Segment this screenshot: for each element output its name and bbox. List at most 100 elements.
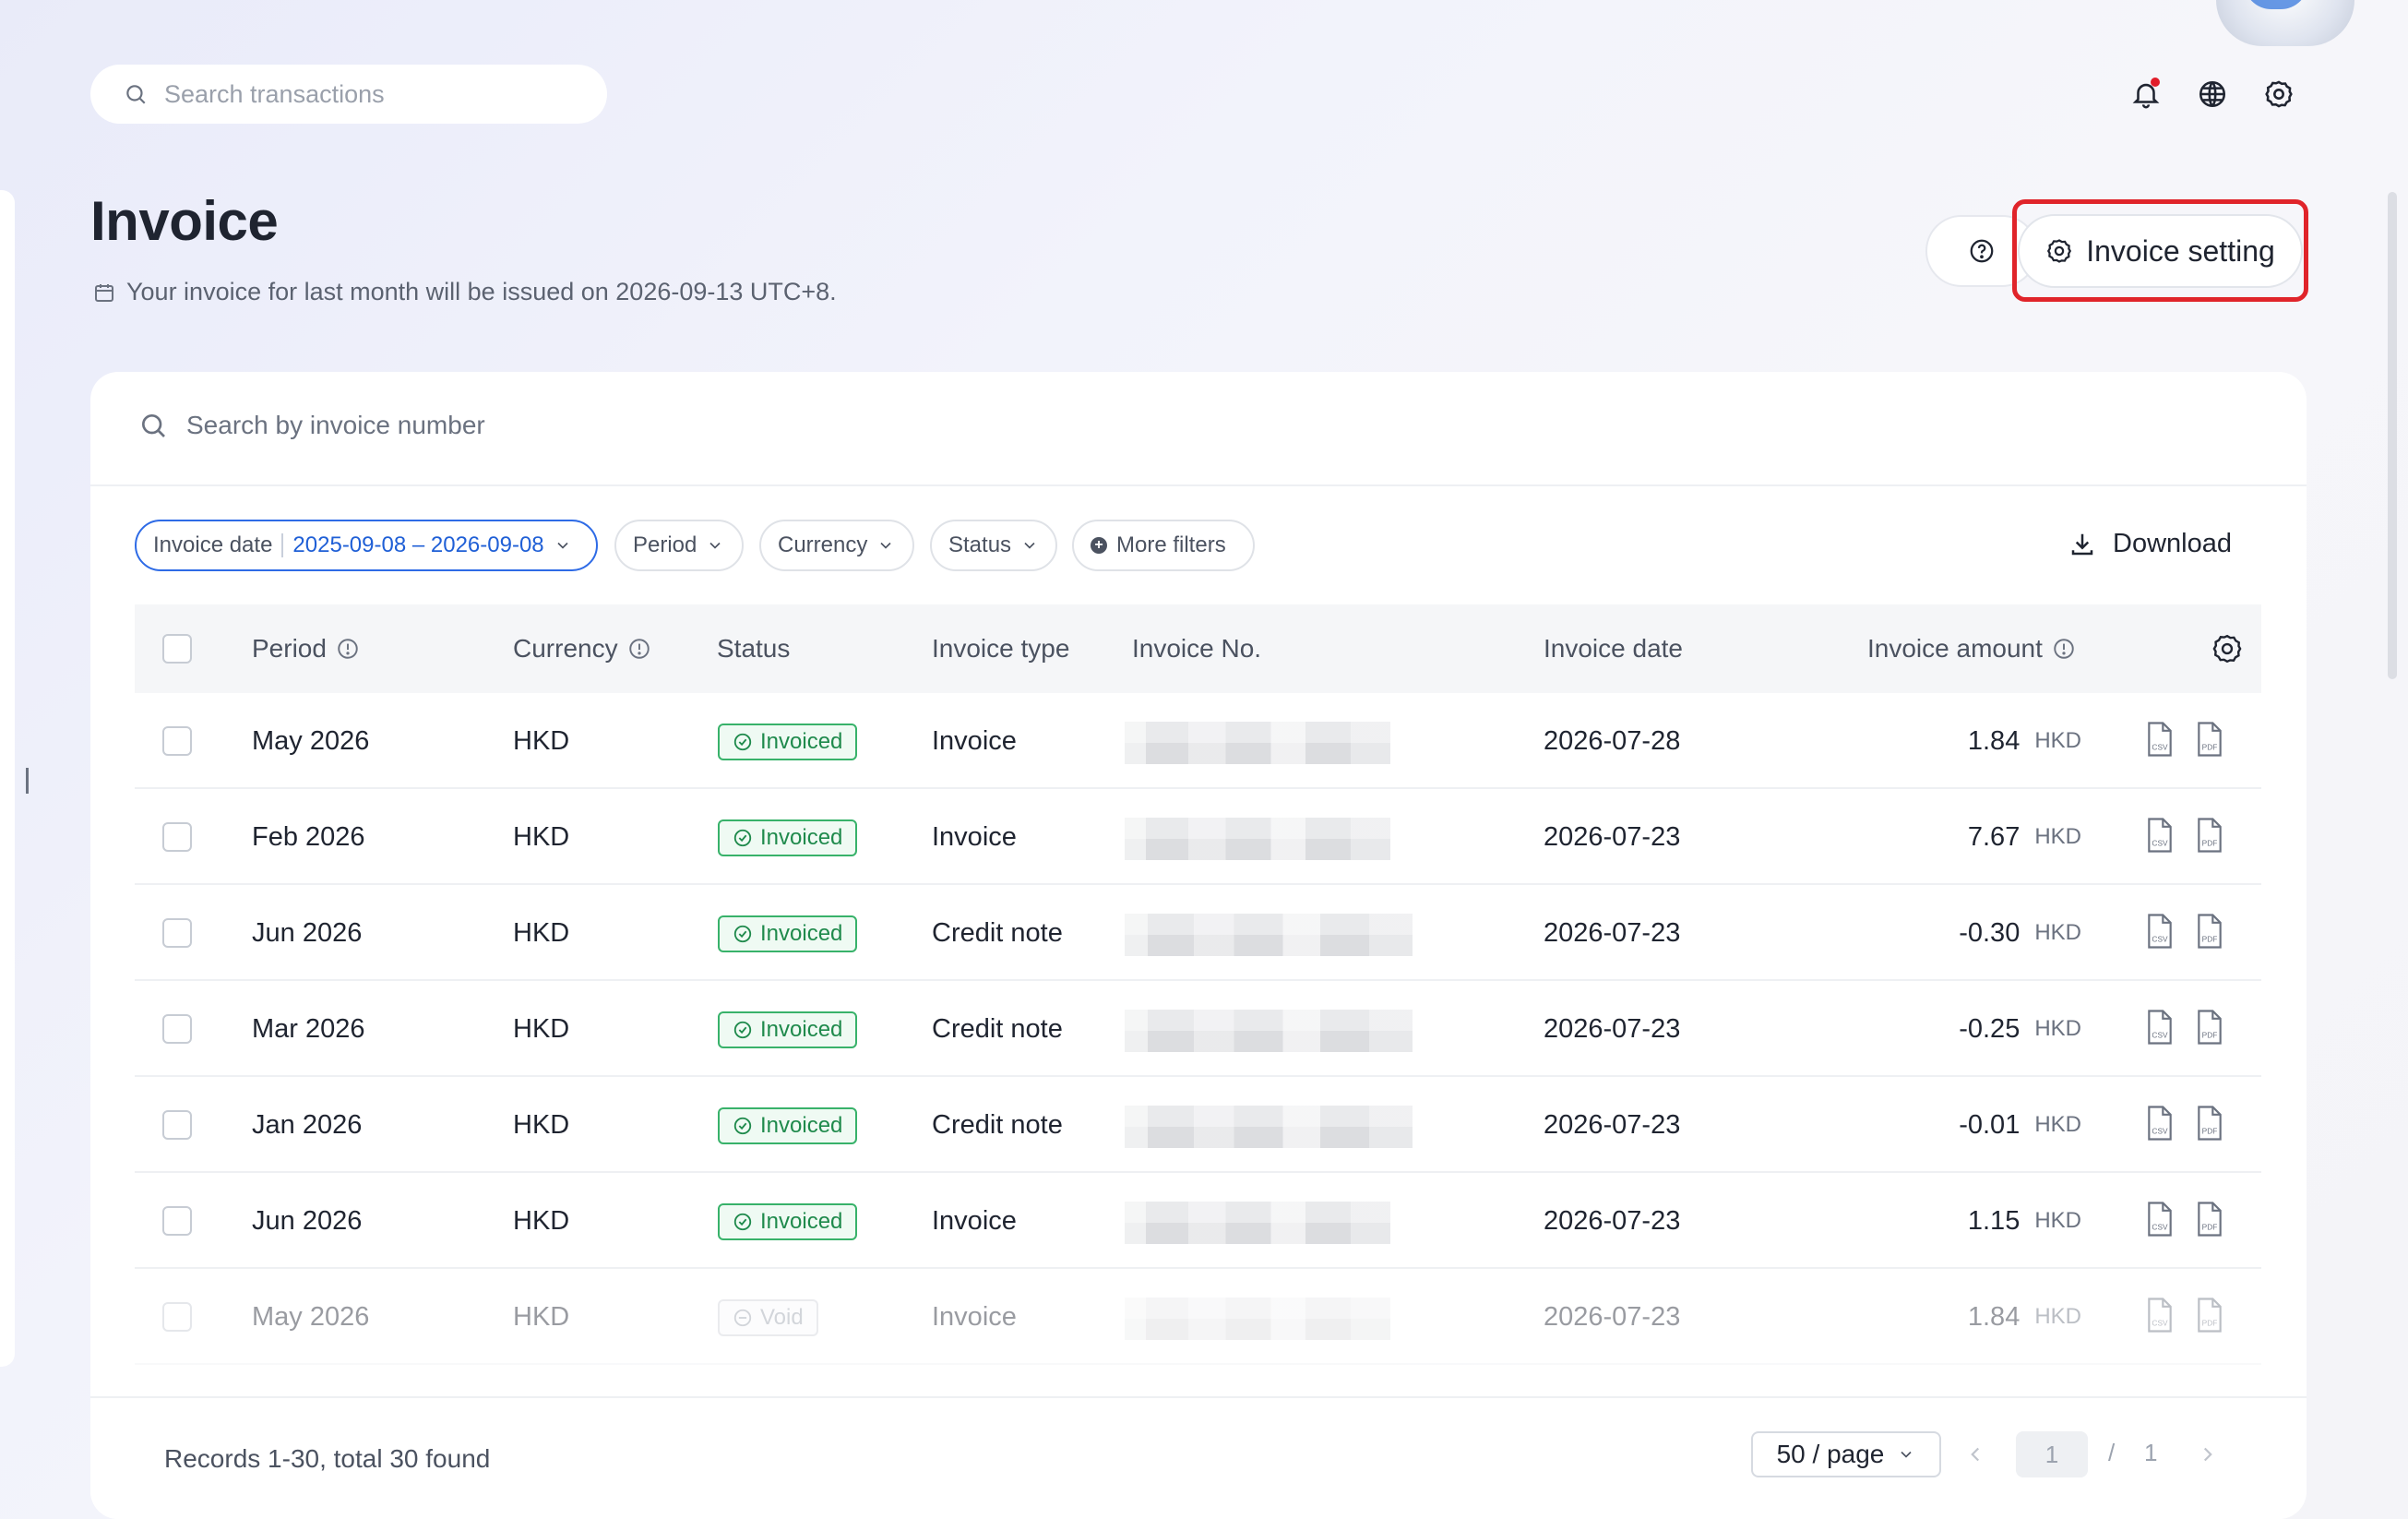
column-header-invoice-amount[interactable]: Invoice amount: [1867, 604, 2076, 693]
cell-period: Jan 2026: [252, 1109, 363, 1140]
table-footer: Records 1-30, total 30 found 50 / page 1…: [90, 1396, 2307, 1519]
settings-button[interactable]: [2260, 76, 2297, 113]
redacted-invoice-number[interactable]: [1125, 1202, 1390, 1244]
current-page-input[interactable]: 1: [2016, 1431, 2088, 1477]
status-badge: Invoiced: [718, 915, 858, 952]
download-button[interactable]: Download: [2068, 529, 2232, 559]
pdf-file-icon[interactable]: PDF: [2194, 1009, 2225, 1046]
pdf-file-icon[interactable]: PDF: [2194, 913, 2225, 950]
column-settings-button[interactable]: [2201, 604, 2244, 693]
pdf-file-icon[interactable]: PDF: [2194, 817, 2225, 854]
panel-resize-handle[interactable]: [26, 768, 29, 794]
currency-filter[interactable]: Currency: [759, 520, 914, 571]
info-icon: [338, 639, 358, 659]
csv-file-icon[interactable]: CSV: [2144, 1201, 2176, 1238]
select-all-checkbox[interactable]: [162, 634, 192, 664]
row-checkbox[interactable]: [162, 1206, 192, 1236]
gear-icon: [2201, 632, 2244, 665]
table-row[interactable]: Jun 2026 HKD Invoiced Credit note 2026-0…: [135, 885, 2261, 981]
row-checkbox[interactable]: [162, 1302, 192, 1332]
more-filters-button[interactable]: + More filters: [1072, 520, 1255, 571]
cell-period: Jun 2026: [252, 1205, 363, 1236]
amount-currency: HKD: [2034, 920, 2081, 945]
row-checkbox[interactable]: [162, 822, 192, 852]
page-scrollbar[interactable]: [2388, 192, 2397, 679]
column-header-invoice-date[interactable]: Invoice date: [1544, 604, 1683, 693]
total-pages: 1: [2144, 1439, 2158, 1466]
previous-page-button[interactable]: [1963, 1442, 1987, 1466]
records-summary: Records 1-30, total 30 found: [164, 1444, 491, 1473]
svg-text:PDF: PDF: [2202, 935, 2218, 944]
page-title: Invoice: [90, 190, 279, 252]
language-button[interactable]: [2194, 76, 2231, 113]
csv-file-icon[interactable]: CSV: [2144, 913, 2176, 950]
row-checkbox[interactable]: [162, 918, 192, 948]
cell-currency: HKD: [513, 821, 570, 852]
svg-text:PDF: PDF: [2202, 1319, 2218, 1328]
pdf-file-icon[interactable]: PDF: [2194, 1105, 2225, 1142]
period-filter[interactable]: Period: [614, 520, 744, 571]
cell-invoice-type: Invoice: [932, 725, 1017, 756]
csv-file-icon[interactable]: CSV: [2144, 1105, 2176, 1142]
page-size-select[interactable]: 50 / page: [1751, 1431, 1941, 1477]
status-badge: Void: [718, 1299, 818, 1336]
invoice-number-search-input[interactable]: Search by invoice number: [138, 411, 485, 440]
collapsed-side-panel: [0, 190, 15, 1367]
cell-period: Jun 2026: [252, 917, 363, 948]
pdf-file-icon[interactable]: PDF: [2194, 1297, 2225, 1334]
row-file-actions: CSV PDF: [2144, 817, 2225, 854]
svg-text:PDF: PDF: [2202, 1127, 2218, 1136]
csv-file-icon[interactable]: CSV: [2144, 1009, 2176, 1046]
redacted-invoice-number[interactable]: [1125, 722, 1390, 764]
column-header-invoice-type[interactable]: Invoice type: [932, 604, 1069, 693]
invoice-setting-label: Invoice setting: [2086, 233, 2275, 268]
transaction-search-input[interactable]: Search transactions: [90, 65, 607, 124]
row-checkbox[interactable]: [162, 726, 192, 756]
table-row[interactable]: Feb 2026 HKD Invoiced Invoice 2026-07-23…: [135, 789, 2261, 885]
table-row[interactable]: Mar 2026 HKD Invoiced Credit note 2026-0…: [135, 981, 2261, 1077]
pdf-file-icon[interactable]: PDF: [2194, 1201, 2225, 1238]
redacted-invoice-number[interactable]: [1125, 1010, 1413, 1052]
table-row[interactable]: May 2026 HKD Invoiced Invoice 2026-07-28…: [135, 693, 2261, 789]
amount-currency: HKD: [2034, 1304, 2081, 1329]
redacted-invoice-number[interactable]: [1125, 1298, 1390, 1340]
cell-invoice-amount: 1.15 HKD: [1968, 1173, 2081, 1269]
currency-filter-label: Currency: [778, 532, 868, 557]
cell-invoice-date: 2026-07-23: [1544, 1205, 1681, 1236]
column-header-currency[interactable]: Currency: [513, 604, 651, 693]
notification-bell-button[interactable]: [2128, 76, 2164, 113]
redacted-invoice-number[interactable]: [1125, 818, 1390, 860]
status-badge: Invoiced: [718, 1011, 858, 1048]
transaction-search-placeholder: Search transactions: [164, 79, 385, 108]
column-header-period[interactable]: Period: [252, 604, 360, 693]
amount-currency: HKD: [2034, 1016, 2081, 1041]
invoice-amount-header-label: Invoice amount: [1867, 634, 2043, 663]
csv-file-icon[interactable]: CSV: [2144, 817, 2176, 854]
table-row[interactable]: Jun 2026 HKD Invoiced Invoice 2026-07-23…: [135, 1173, 2261, 1269]
amount-currency: HKD: [2034, 824, 2081, 849]
next-page-button[interactable]: [2196, 1442, 2220, 1466]
row-checkbox[interactable]: [162, 1014, 192, 1044]
invoice-setting-button[interactable]: Invoice setting: [2018, 214, 2303, 288]
status-filter[interactable]: Status: [930, 520, 1057, 571]
pdf-file-icon[interactable]: PDF: [2194, 721, 2225, 758]
status-badge: Invoiced: [718, 1203, 858, 1240]
amount-value: -0.01: [1959, 1109, 2021, 1140]
invoice-date-header-label: Invoice date: [1544, 634, 1683, 663]
cell-invoice-date: 2026-07-23: [1544, 1109, 1681, 1140]
amount-currency: HKD: [2034, 1208, 2081, 1233]
column-header-status[interactable]: Status: [717, 604, 790, 693]
row-checkbox[interactable]: [162, 1110, 192, 1140]
redacted-invoice-number[interactable]: [1125, 914, 1413, 956]
column-header-invoice-no[interactable]: Invoice No.: [1132, 604, 1261, 693]
invoice-date-filter[interactable]: Invoice date 2025-09-08 – 2026-09-08: [135, 520, 598, 571]
redacted-invoice-number[interactable]: [1125, 1106, 1413, 1148]
csv-file-icon[interactable]: CSV: [2144, 1297, 2176, 1334]
status-badge-label: Invoiced: [760, 1017, 843, 1042]
table-row[interactable]: Jan 2026 HKD Invoiced Credit note 2026-0…: [135, 1077, 2261, 1173]
row-file-actions: CSV PDF: [2144, 721, 2225, 758]
svg-text:CSV: CSV: [2152, 839, 2168, 848]
csv-file-icon[interactable]: CSV: [2144, 721, 2176, 758]
amount-value: 1.15: [1967, 1205, 2021, 1236]
status-header-label: Status: [717, 634, 791, 663]
